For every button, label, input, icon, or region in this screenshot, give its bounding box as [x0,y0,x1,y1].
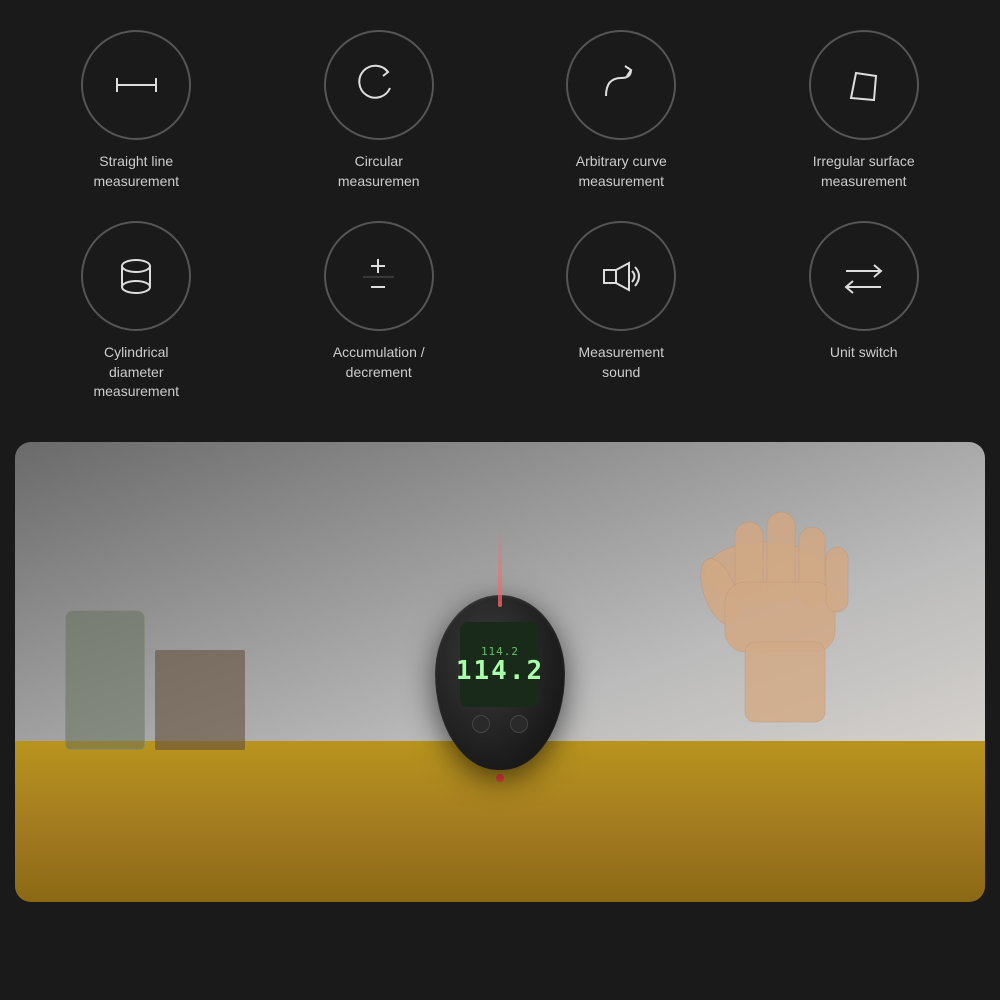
product-photo-section: 114.2 114.2 [15,442,985,902]
cylindrical-icon [109,249,164,304]
device-buttons-row [472,715,528,733]
icons-grid: Straight linemeasurement Circularmeasure… [20,30,980,402]
measurement-device: 114.2 114.2 [435,595,565,782]
cylindrical-icon-circle [81,221,191,331]
circular-icon-circle [324,30,434,140]
accumulation-icon-circle [324,221,434,331]
unit-switch-label: Unit switch [830,343,898,363]
feature-measurement-sound: Measurementsound [505,221,738,402]
circular-label: Circularmeasuremen [338,152,420,191]
feature-circular: Circularmeasuremen [263,30,496,191]
bg-box [155,650,245,750]
feature-straight-line: Straight linemeasurement [20,30,253,191]
device-button-left[interactable] [472,715,490,733]
measurement-sound-icon-circle [566,221,676,331]
hand-illustration [545,472,925,812]
feature-irregular-surface: Irregular surfacemeasurement [748,30,981,191]
device-display-primary: 114.2 [456,658,544,684]
straight-line-icon-circle [81,30,191,140]
arbitrary-curve-icon-circle [566,30,676,140]
accumulation-label: Accumulation /decrement [333,343,425,382]
arbitrary-curve-label: Arbitrary curvemeasurement [576,152,667,191]
bg-glass [65,610,145,750]
laser-beam [498,527,502,607]
device-body: 114.2 114.2 [435,595,565,770]
circular-icon [351,58,406,113]
cylindrical-label: Cylindricaldiametermeasurement [93,343,179,402]
red-dot-indicator [496,774,504,782]
feature-accumulation: Accumulation /decrement [263,221,496,402]
straight-line-icon [109,58,164,113]
arbitrary-curve-icon [594,58,649,113]
features-section: Straight linemeasurement Circularmeasure… [0,0,1000,422]
feature-unit-switch: Unit switch [748,221,981,402]
irregular-surface-icon-circle [809,30,919,140]
scene: 114.2 114.2 [15,442,985,902]
device-display-secondary: 114.2 [481,645,519,658]
unit-switch-icon [836,249,891,304]
straight-line-label: Straight linemeasurement [93,152,179,191]
unit-switch-icon-circle [809,221,919,331]
irregular-surface-label: Irregular surfacemeasurement [813,152,915,191]
irregular-surface-icon [836,58,891,113]
device-button-right[interactable] [510,715,528,733]
feature-arbitrary-curve: Arbitrary curvemeasurement [505,30,738,191]
device-screen: 114.2 114.2 [460,622,540,707]
measurement-sound-label: Measurementsound [578,343,664,382]
measurement-sound-icon [594,249,649,304]
feature-cylindrical: Cylindricaldiametermeasurement [20,221,253,402]
accumulation-icon [351,249,406,304]
